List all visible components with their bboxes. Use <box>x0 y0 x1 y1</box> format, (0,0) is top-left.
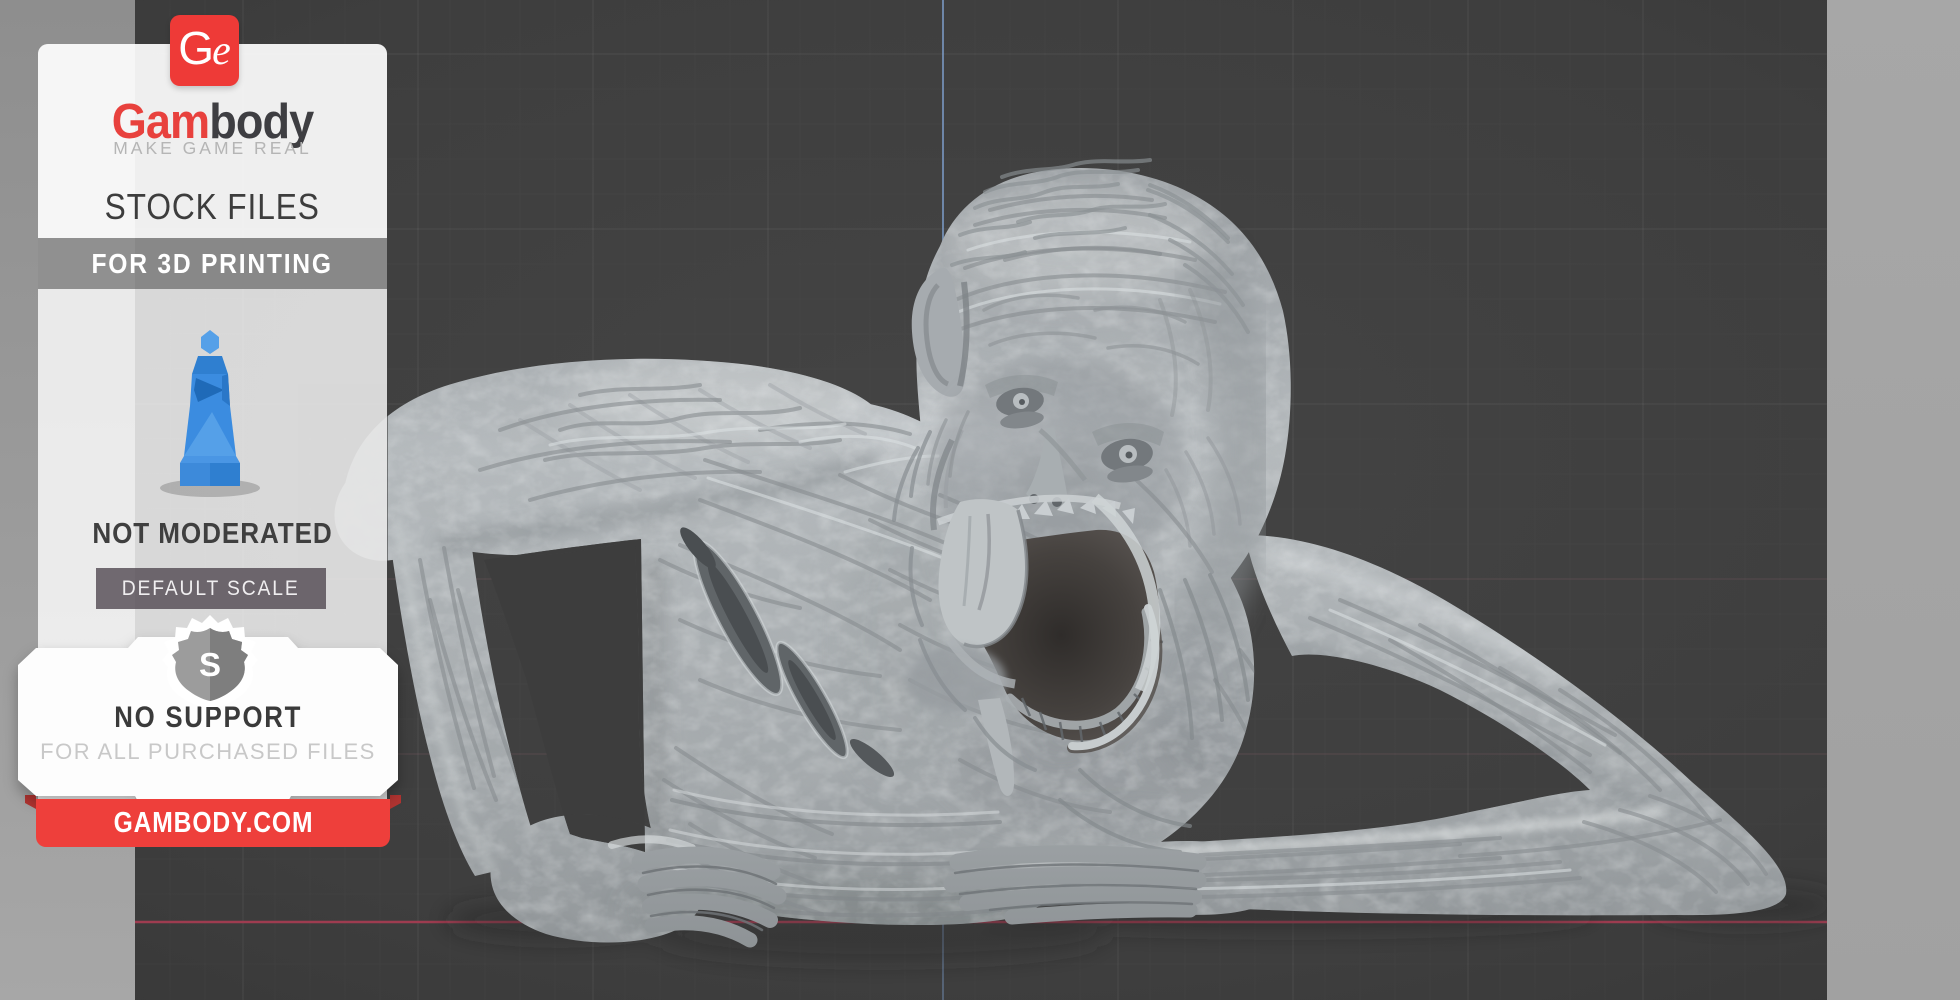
svg-text:S: S <box>199 646 221 683</box>
